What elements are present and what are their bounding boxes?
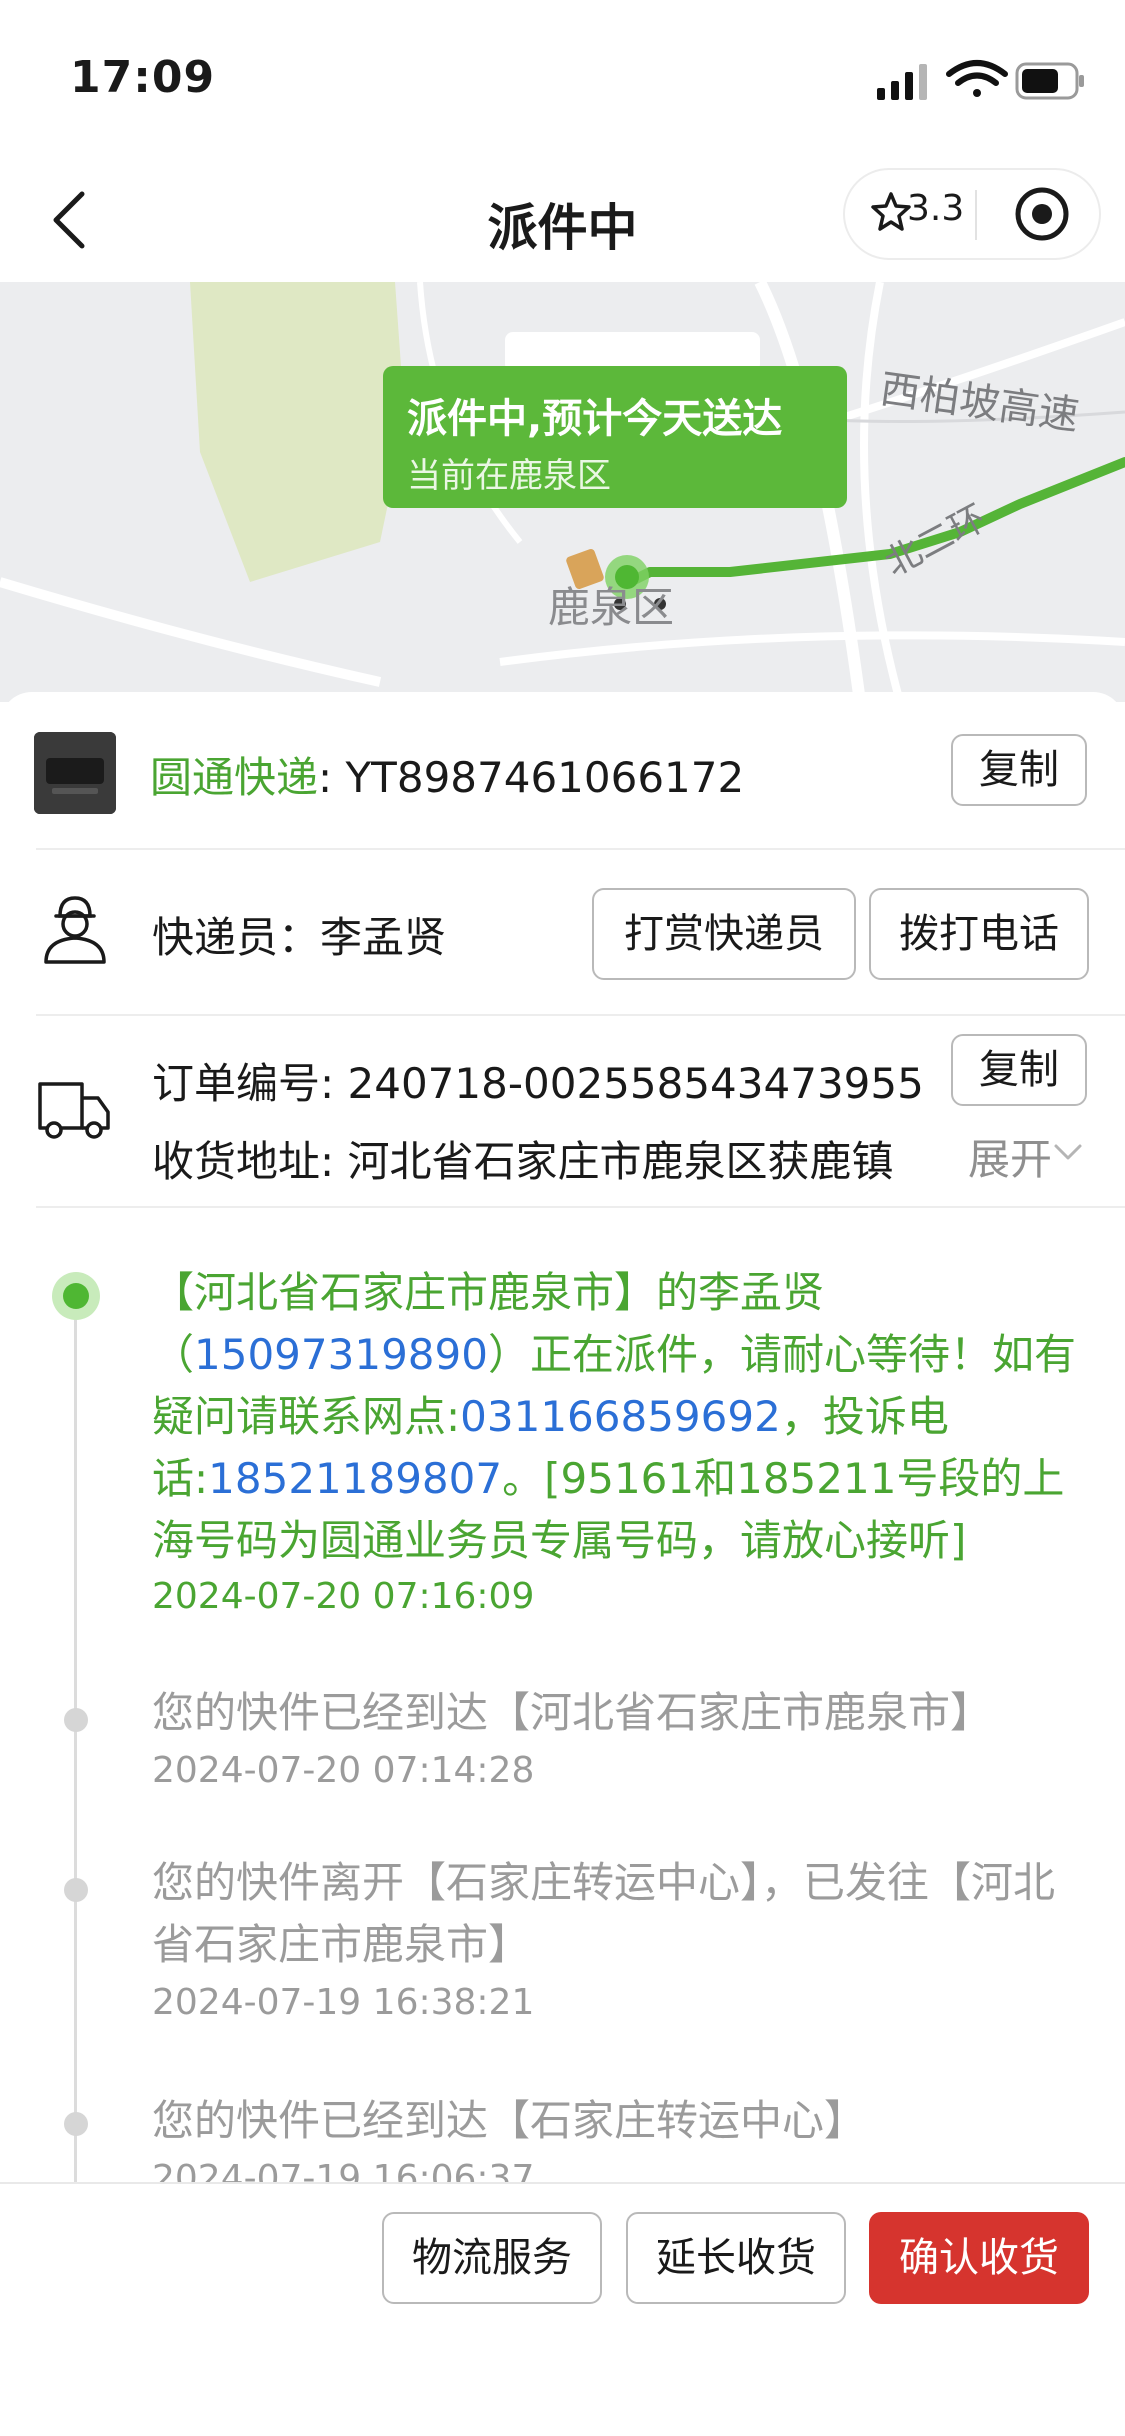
courier-name: 李孟贤 bbox=[320, 913, 447, 962]
timeline-dot-active bbox=[63, 1283, 89, 1309]
phone-link[interactable]: 031166859692 bbox=[460, 1392, 781, 1441]
phone-link[interactable]: 18521189807 bbox=[208, 1454, 502, 1503]
timeline-dot bbox=[64, 1708, 88, 1732]
courier-info: 快递员：李孟贤 bbox=[152, 904, 446, 965]
wifi-icon bbox=[946, 60, 1008, 97]
carrier-name: 圆通快递 bbox=[150, 753, 319, 802]
courier-label: 快递员： bbox=[152, 913, 321, 962]
timeline-event-time: 2024-07-19 16:38:21 bbox=[152, 1982, 535, 2023]
truck-icon bbox=[38, 1082, 110, 1139]
address-expand-button[interactable]: 展开 bbox=[950, 1126, 1053, 1187]
battery-icon bbox=[1015, 62, 1084, 100]
timeline-dot bbox=[64, 1878, 88, 1902]
logistics-service-button[interactable]: 物流服务 bbox=[382, 2212, 602, 2304]
divider bbox=[36, 1014, 1125, 1016]
nav-bar: 派件中 3.3 bbox=[0, 160, 1125, 280]
status-icons bbox=[877, 60, 1084, 100]
order-number: 240718-002558543473955 bbox=[347, 1059, 924, 1108]
order-number-line: 订单编号: 240718-002558543473955 bbox=[152, 1050, 924, 1111]
address-line: 收货地址: 河北省石家庄市鹿泉区获鹿镇 bbox=[152, 1128, 894, 1189]
tracking-line: 圆通快递: YT8987461066172 bbox=[150, 744, 744, 805]
bottom-action-bar: 物流服务 延长收货 确认收货 bbox=[0, 2182, 1125, 2436]
tracking-number: YT8987461066172 bbox=[345, 753, 745, 802]
address-label: 收货地址: bbox=[152, 1137, 348, 1186]
timeline-event-text: 您的快件离开【石家庄转运中心】，已发往【河北省石家庄市鹿泉市】 bbox=[152, 1858, 1056, 1969]
signal-icon bbox=[877, 64, 927, 100]
timeline-line bbox=[74, 1292, 77, 2192]
address-text: 河北省石家庄市鹿泉区获鹿镇 bbox=[347, 1137, 894, 1186]
timeline-dot bbox=[64, 2112, 88, 2136]
timeline-event-text: 【河北省石家庄市鹿泉市】的李孟贤（15097319890）正在派件，请耐心等待！… bbox=[152, 1262, 1092, 1572]
map-view[interactable]: 西柏坡高速 北二环 鹿泉区 派件中,预计今天送达 当前在鹿泉区 bbox=[0, 282, 1125, 702]
timeline-event-text: 您的快件已经到达【河北省石家庄市鹿泉市】 bbox=[152, 1688, 993, 1737]
map-label-district: 鹿泉区 bbox=[548, 583, 675, 632]
product-thumbnail bbox=[34, 732, 116, 814]
divider bbox=[36, 1206, 1125, 1208]
chevron-down-icon[interactable] bbox=[1052, 1140, 1084, 1166]
phone-link[interactable]: 15097319890 bbox=[194, 1330, 488, 1379]
courier-person-icon bbox=[44, 896, 106, 964]
timeline-event-time: 2024-07-20 07:16:09 bbox=[152, 1576, 535, 1617]
mini-program-capsule: 3.3 bbox=[843, 168, 1101, 260]
product-image bbox=[34, 732, 116, 814]
timeline-event-text: 您的快件已经到达【石家庄转运中心】 bbox=[152, 2096, 867, 2145]
delivery-status-bubble: 派件中,预计今天送达 当前在鹿泉区 bbox=[383, 366, 847, 508]
capsule-divider bbox=[975, 190, 977, 240]
bubble-title: 派件中,预计今天送达 bbox=[407, 396, 783, 442]
divider bbox=[36, 848, 1125, 850]
extend-receipt-button[interactable]: 延长收货 bbox=[626, 2212, 846, 2304]
rating-value[interactable]: 3.3 bbox=[907, 188, 964, 229]
status-time: 17:09 bbox=[70, 52, 216, 103]
bubble-subtitle: 当前在鹿泉区 bbox=[407, 456, 611, 496]
close-target-icon[interactable] bbox=[1013, 185, 1071, 243]
shipment-card: 圆通快递: YT8987461066172 复制 快递员：李孟贤 打赏快递员 拨… bbox=[0, 692, 1125, 2199]
copy-tracking-button[interactable]: 复制 bbox=[951, 734, 1087, 806]
call-courier-button[interactable]: 拨打电话 bbox=[869, 888, 1089, 980]
timeline-event-time: 2024-07-20 07:14:28 bbox=[152, 1750, 535, 1791]
tip-courier-button[interactable]: 打赏快递员 bbox=[592, 888, 856, 980]
copy-order-button[interactable]: 复制 bbox=[951, 1034, 1087, 1106]
confirm-receipt-button[interactable]: 确认收货 bbox=[869, 2212, 1089, 2304]
order-number-label: 订单编号: bbox=[152, 1059, 348, 1108]
tracking-separator: : bbox=[318, 753, 346, 802]
